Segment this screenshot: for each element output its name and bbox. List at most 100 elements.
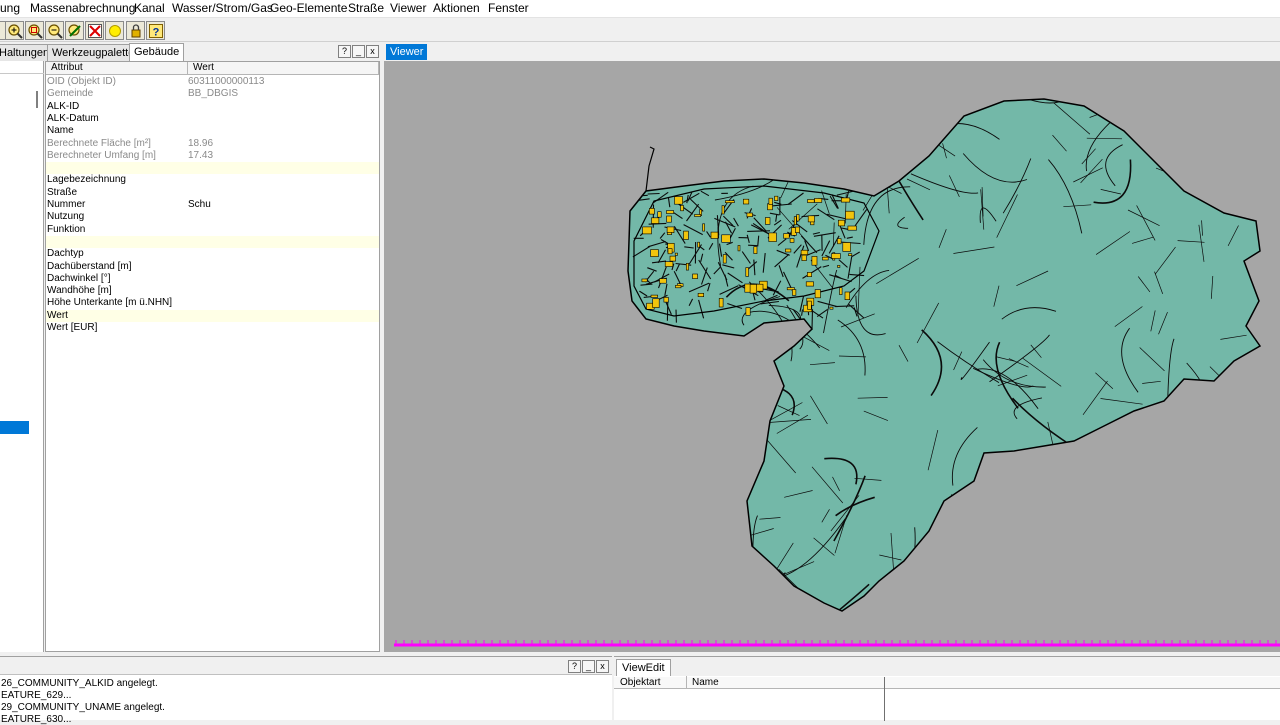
map-viewer[interactable] <box>384 61 1280 652</box>
map-area-outline[interactable] <box>628 99 1260 611</box>
attribute-row[interactable]: Dachwinkel [°] <box>46 273 379 285</box>
delete-icon <box>87 23 103 39</box>
tab-werkzeugpalette[interactable]: Werkzeugpalette <box>47 44 139 61</box>
pan-button[interactable] <box>65 21 84 40</box>
log-minimize-button[interactable]: _ <box>582 660 595 673</box>
viewedit-splitter[interactable] <box>884 677 885 721</box>
attribute-row[interactable]: NummerSchu <box>46 199 379 211</box>
column-header-attribut[interactable]: Attribut <box>46 62 188 75</box>
menu-item-kanal[interactable]: Kanal <box>134 1 165 15</box>
attribute-row[interactable]: Dachüberstand [m] <box>46 261 379 273</box>
tree-selected-item[interactable] <box>0 421 29 434</box>
menu-item-wasser-strom-gas[interactable]: Wasser/Strom/Gas <box>172 1 273 15</box>
log-help-button[interactable]: ? <box>568 660 581 673</box>
log-line: 29_COMMUNITY_UNAME angelegt. <box>1 702 165 713</box>
delete-button[interactable] <box>85 21 104 40</box>
attribute-row[interactable]: Berechneter Umfang [m] 17.43 <box>46 150 379 162</box>
attribute-value[interactable]: BB_DBGIS <box>188 88 238 100</box>
log-close-button[interactable]: x <box>596 660 609 673</box>
zoom-in-button[interactable] <box>5 21 24 40</box>
attribute-key: Dachüberstand [m] <box>47 261 132 273</box>
attribute-key: ALK-ID <box>47 101 79 113</box>
zoom-out-icon <box>47 23 63 39</box>
column-header-wert[interactable]: Wert <box>188 62 379 75</box>
panel-minimize-button[interactable]: _ <box>352 45 365 58</box>
pan-icon <box>67 23 83 39</box>
attribute-key: Wert <box>47 310 68 322</box>
zoom-in-icon <box>7 23 23 39</box>
viewedit-grid-header: Objektart Name <box>614 677 1280 689</box>
log-line: 26_COMMUNITY_ALKID angelegt. <box>1 678 158 689</box>
menu-item-viewer[interactable]: Viewer <box>390 1 426 15</box>
column-header-objektart[interactable]: Objektart <box>620 677 661 688</box>
log-line: EATURE_629... <box>1 690 71 701</box>
menu-item-geo-elemente[interactable]: Geo-Elemente <box>270 1 347 15</box>
attribute-row[interactable] <box>46 236 379 248</box>
attribute-key: Dachwinkel [°] <box>47 273 110 285</box>
attribute-key: Straße <box>47 187 77 199</box>
attribute-key: ALK-Datum <box>47 113 99 125</box>
attribute-row[interactable]: ALK-ID <box>46 101 379 113</box>
menu-item-ung[interactable]: ung <box>0 1 20 15</box>
attribute-grid: Attribut Wert OID (Objekt ID) 60311000000… <box>45 61 380 652</box>
tree-scroll-indicator[interactable] <box>36 91 38 108</box>
attribute-key: OID (Objekt ID) <box>47 76 116 88</box>
attribute-key: Nutzung <box>47 211 84 223</box>
attribute-key: Dachtyp <box>47 248 84 260</box>
object-tree[interactable] <box>0 61 44 652</box>
attribute-value[interactable]: 18.96 <box>188 138 213 150</box>
attribute-row[interactable]: Nutzung <box>46 211 379 223</box>
attribute-row[interactable]: Wert <box>46 310 379 322</box>
attribute-key: Lagebezeichnung <box>47 174 126 186</box>
help-button[interactable]: ? <box>146 21 165 40</box>
zoom-window-icon <box>27 23 43 39</box>
tab-viewer[interactable]: Viewer <box>386 44 427 60</box>
creek-line <box>646 147 654 191</box>
log-panel: ? _ x 26_COMMUNITY_ALKID angelegt. EATUR… <box>0 656 612 720</box>
attribute-row[interactable]: Wandhöhe [m] <box>46 285 379 297</box>
lock-icon <box>128 23 144 39</box>
lock-button[interactable] <box>126 21 145 40</box>
attribute-row[interactable]: Lagebezeichnung <box>46 174 379 186</box>
attribute-value[interactable]: 60311000000113 <box>188 76 264 88</box>
menu-item-strasse[interactable]: Straße <box>348 1 384 15</box>
map-canvas[interactable] <box>384 61 1280 652</box>
attribute-key: Name <box>47 125 74 137</box>
attribute-row[interactable]: Dachtyp <box>46 248 379 260</box>
attribute-row[interactable]: Gemeinde BB_DBGIS <box>46 88 379 100</box>
tab-viewedit[interactable]: ViewEdit <box>616 659 671 676</box>
attribute-key: Gemeinde <box>47 88 93 100</box>
highlight-icon <box>107 23 123 39</box>
highlight-button[interactable] <box>105 21 124 40</box>
column-header-name[interactable]: Name <box>692 677 719 688</box>
menu-item-aktionen[interactable]: Aktionen <box>433 1 480 15</box>
attribute-value[interactable]: 17.43 <box>188 150 213 162</box>
menu-item-fenster[interactable]: Fenster <box>488 1 529 15</box>
attribute-row[interactable]: Berechnete Fläche [m²] 18.96 <box>46 138 379 150</box>
panel-close-button[interactable]: x <box>366 45 379 58</box>
menu-bar: ung Massenabrechnung Kanal Wasser/Strom/… <box>0 0 1280 17</box>
menu-item-massenabrechnung[interactable]: Massenabrechnung <box>30 1 135 15</box>
viewer-tab-strip: Viewer <box>384 42 1280 61</box>
attribute-key: Berechnete Fläche [m²] <box>47 138 151 150</box>
left-panel-tabs: Haltungen Werkzeugpalette Gebäude ? _ x <box>0 42 382 61</box>
attribute-row[interactable]: Funktion <box>46 224 379 236</box>
viewedit-tabs: ViewEdit <box>614 657 1280 676</box>
attribute-row[interactable]: OID (Objekt ID) 60311000000113 <box>46 76 379 88</box>
attribute-row[interactable]: Name <box>46 125 379 137</box>
attribute-value[interactable]: Schu <box>188 199 211 211</box>
attribute-row[interactable]: Wert [EUR] <box>46 322 379 334</box>
tree-header <box>0 61 44 74</box>
attribute-row[interactable]: Höhe Unterkante [m ü.NHN] <box>46 297 379 309</box>
attribute-key: Höhe Unterkante [m ü.NHN] <box>47 297 172 309</box>
attribute-key: Funktion <box>47 224 85 236</box>
panel-help-button[interactable]: ? <box>338 45 351 58</box>
tab-gebaeude[interactable]: Gebäude <box>129 43 184 62</box>
attribute-key: Wert [EUR] <box>47 322 97 334</box>
attribute-row[interactable]: ALK-Datum <box>46 113 379 125</box>
attribute-row[interactable]: Straße <box>46 187 379 199</box>
zoom-out-button[interactable] <box>45 21 64 40</box>
zoom-window-button[interactable] <box>25 21 44 40</box>
attribute-row[interactable] <box>46 162 379 174</box>
attribute-key: Berechneter Umfang [m] <box>47 150 156 162</box>
